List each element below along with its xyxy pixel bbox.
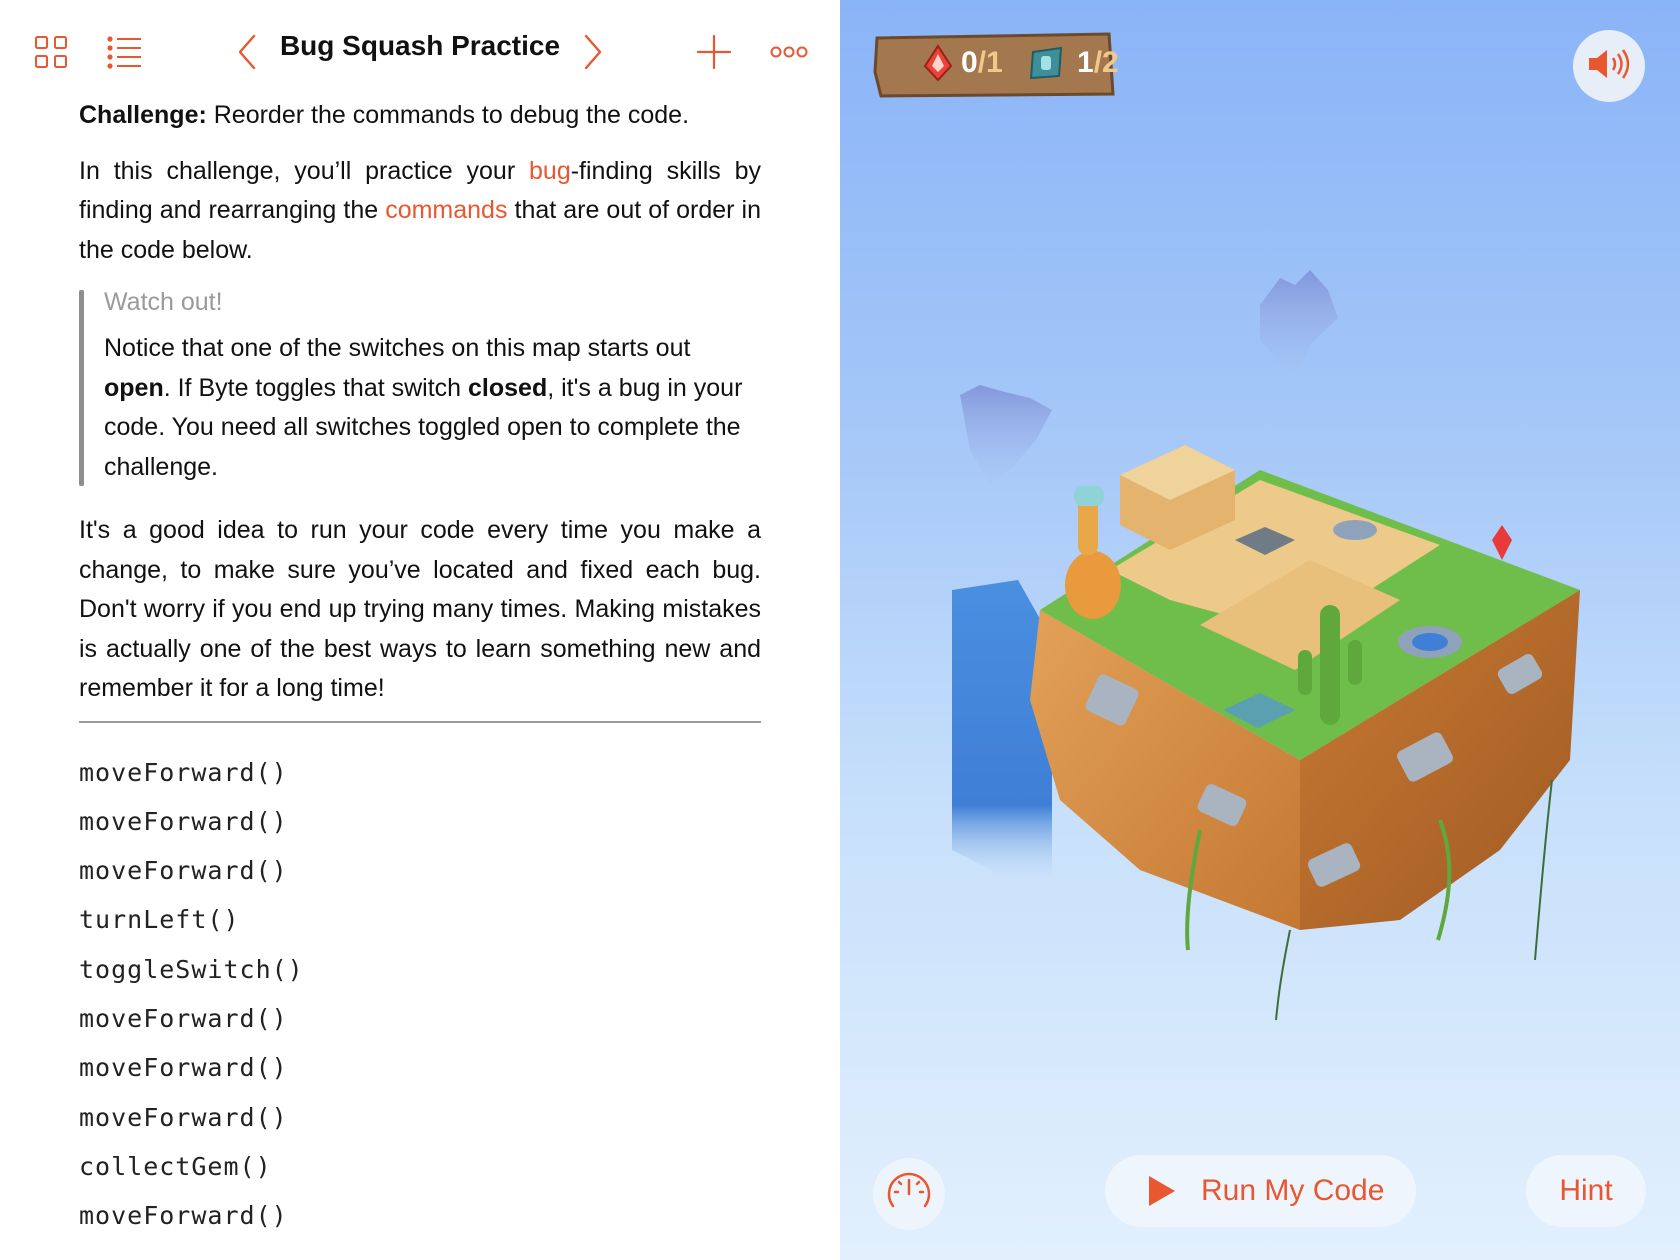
speed-button[interactable] [873,1158,945,1230]
code-line[interactable]: collectGem() [79,1147,761,1196]
lesson-panel: Bug Squash Practice Challenge: Reorder t… [0,0,840,1260]
more-icon[interactable] [766,36,812,68]
challenge-text: Challenge: Reorder the commands to debug… [79,96,761,136]
callout-bar [79,290,84,486]
switches-open: 1 [1077,46,1094,79]
callout-title: Watch out! [104,288,223,316]
callout-bold-open: open [104,373,164,402]
list-icon[interactable] [104,32,146,72]
chevron-left-icon[interactable] [232,30,262,74]
callout: Watch out! Notice that one of the switch… [79,288,761,487]
gem-icon [923,44,953,87]
divider [79,720,761,723]
lesson-content: Challenge: Reorder the commands to debug… [79,96,761,1245]
callout-bold-closed: closed [468,373,548,402]
speedometer-icon [885,1168,933,1221]
code-line[interactable]: toggleSwitch() [79,950,761,999]
callout-text-2: . If Byte toggles that switch [163,373,469,402]
grid-icon[interactable] [28,32,74,72]
challenge-description: Reorder the commands to debug the code. [206,101,690,129]
switches-total: /2 [1093,46,1119,79]
toolbar: Bug Squash Practice [0,0,840,100]
glossary-link-commands[interactable]: commands [385,196,507,224]
intro-paragraph: In this challenge, you’ll practice your … [79,152,761,271]
code-line[interactable]: moveForward() [79,999,761,1048]
page-title: Bug Squash Practice [279,30,561,61]
code-line[interactable]: moveForward() [79,851,761,900]
sound-button[interactable] [1573,30,1645,102]
glossary-link-bug[interactable]: bug [529,157,571,185]
puzzle-world-scene [952,270,1580,1021]
code-editor[interactable]: moveForward() moveForward() moveForward() t… [79,753,761,1246]
challenge-label: Challenge: [79,101,207,129]
code-line[interactable]: turnLeft() [79,900,761,949]
switch-count: 1/2 [1077,46,1119,80]
game-view: 0/1 1/2 Run My Code Hint [840,0,1680,1260]
hint-button[interactable]: Hint [1526,1155,1646,1227]
gem-count: 0/1 [961,46,1003,80]
speaker-icon [1587,46,1631,87]
gems-collected: 0 [961,46,978,79]
code-line[interactable]: moveForward() [79,1196,761,1245]
run-my-code-label: Run My Code [1201,1174,1385,1207]
code-line[interactable]: moveForward() [79,753,761,802]
plus-icon[interactable] [692,30,736,74]
play-icon [1147,1174,1177,1208]
callout-text-1: Notice that one of the switches on this … [104,334,691,362]
gems-total: /1 [977,46,1003,79]
code-line[interactable]: moveForward() [79,802,761,851]
callout-text: Notice that one of the switches on this … [104,329,761,487]
tip-paragraph: It's a good idea to run your code every … [79,516,761,702]
goal-counter: 0/1 1/2 [873,32,1119,98]
code-line[interactable]: moveForward() [79,1098,761,1147]
intro-text-1: In this challenge, you’ll practice your [79,156,530,185]
chevron-right-icon[interactable] [578,30,608,74]
run-my-code-button[interactable]: Run My Code [1105,1155,1416,1227]
switch-icon [1027,44,1065,87]
code-line[interactable]: moveForward() [79,1048,761,1097]
